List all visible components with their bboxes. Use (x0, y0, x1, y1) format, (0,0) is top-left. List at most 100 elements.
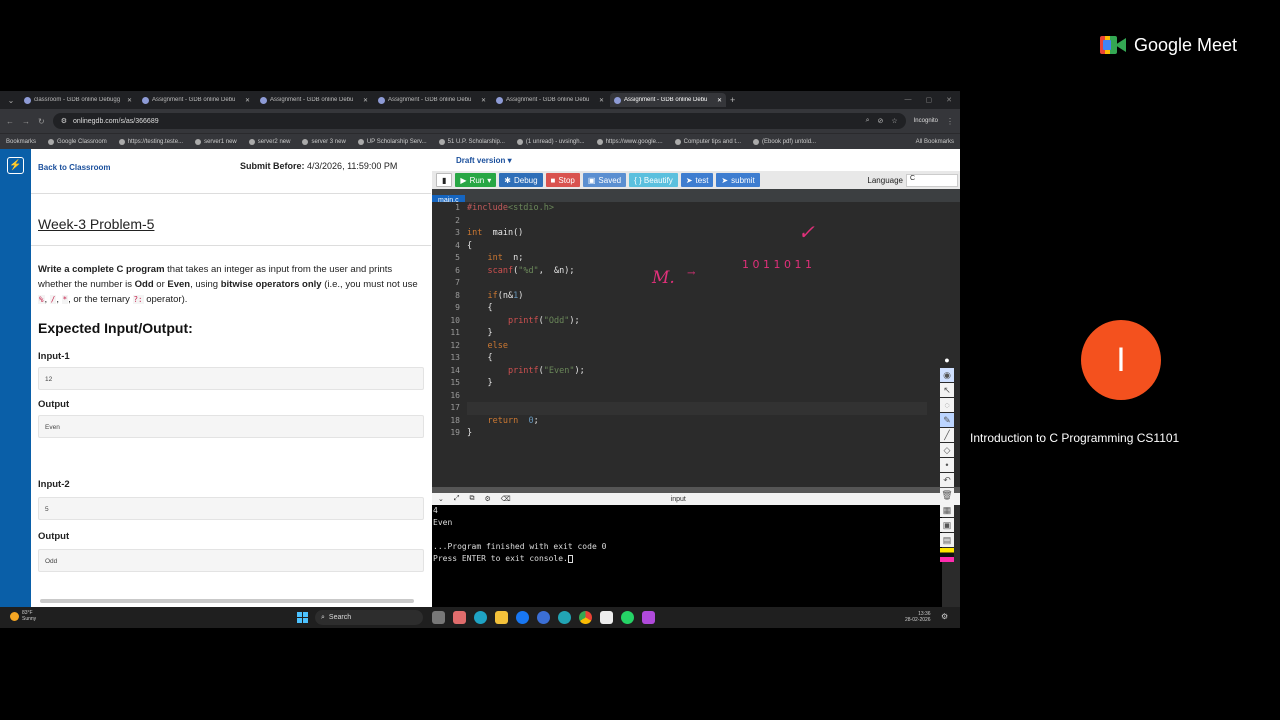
dot-icon[interactable]: • (940, 458, 954, 472)
bookmark-item[interactable]: (Ebook pdf) untold... (753, 138, 816, 145)
bookmark-item[interactable]: Google Classroom (48, 138, 107, 145)
debug-button[interactable]: ✱ Debug (499, 173, 543, 187)
star-icon[interactable]: ☆ (891, 117, 897, 125)
tab-favicon-icon (142, 96, 149, 104)
code-token: printf (507, 365, 539, 376)
bookmark-item[interactable]: server 3 new (302, 138, 346, 145)
lasso-icon[interactable]: ◌ (940, 398, 954, 412)
submit-button[interactable]: ➤ submit (716, 173, 760, 187)
address-bar[interactable]: ⚙ onlinegdb.com/s/as/366689 ⌕ ⊘ ☆ (52, 113, 906, 129)
bookmark-item[interactable]: https://testing.teste... (118, 138, 183, 145)
code-line: { (467, 302, 585, 315)
bookmark-item[interactable]: server1 new (195, 138, 237, 145)
maximize-icon[interactable]: ▢ (926, 96, 933, 104)
code-editor[interactable]: 1 2 3 4 5 6 7 8 9 10 11 12 13 14 15 16 1… (432, 202, 960, 487)
menu-icon[interactable]: ⋮ (946, 117, 954, 126)
undo-icon[interactable]: ↶ (940, 473, 954, 487)
clear-icon[interactable]: ⌫ (501, 495, 511, 503)
test-button[interactable]: ➤ test (680, 173, 714, 187)
tab-close-icon[interactable]: ✕ (363, 97, 368, 104)
bookmark-item[interactable]: (1 unread) - uvsingh... (516, 138, 585, 145)
palette-icon[interactable]: ▦ (940, 503, 954, 517)
incognito-badge[interactable]: Incognito (914, 118, 938, 124)
desc-part: (i.e., you must not use (321, 279, 418, 290)
zoom-icon[interactable]: ⌕ (866, 117, 870, 125)
browser-tab[interactable]: Assignment - GDB online Debu ✕ (138, 93, 254, 107)
browser-tab[interactable]: Assignment - GDB online Debu ✕ (374, 93, 490, 107)
windows-start-icon[interactable] (297, 612, 308, 623)
file-icon[interactable]: ▮ (436, 173, 453, 187)
whatsapp-icon[interactable] (621, 611, 634, 624)
facebook-icon[interactable] (516, 611, 529, 624)
reload-icon[interactable]: ↻ (38, 117, 45, 126)
chevron-down-icon: ▾ (487, 175, 492, 185)
weather-widget[interactable]: 83°F Sunny (10, 610, 36, 622)
copy-icon[interactable]: ⧉ (469, 495, 474, 503)
clipboard-icon[interactable]: ▤ (940, 533, 954, 547)
bolt-icon[interactable]: ⚡ (7, 157, 24, 174)
browser-tab[interactable]: Assignment - GDB online Debu ✕ (492, 93, 608, 107)
line-icon[interactable]: ╱ (940, 428, 954, 442)
tab-close-icon[interactable]: ✕ (127, 97, 132, 104)
bookmark-item[interactable]: https://www.google.... (596, 138, 663, 145)
run-button[interactable]: ▶ Run ▾ (455, 173, 497, 187)
notification-icon[interactable]: ⚙ (941, 612, 948, 621)
saved-button[interactable]: ▣ Saved (582, 173, 627, 187)
eye-icon[interactable]: ◉ (940, 368, 954, 382)
pen-icon[interactable]: ✎ (940, 413, 954, 427)
browser-tab-active[interactable]: Assignment - GDB online Debu ✕ (610, 93, 726, 107)
pointer-icon[interactable]: ↖ (940, 383, 954, 397)
bookmark-item[interactable]: 51 U.P. Scholarship... (438, 138, 505, 145)
back-to-classroom-link[interactable]: Back to Classroom (38, 163, 110, 172)
all-bookmarks[interactable]: All Bookmarks (916, 139, 954, 145)
app-icon[interactable] (600, 611, 613, 624)
browser-tab[interactable]: classroom - GDB online Debugg ✕ (20, 93, 136, 107)
eye-off-icon[interactable]: ⊘ (877, 117, 883, 125)
tab-close-icon[interactable]: ✕ (245, 97, 250, 104)
task-view-icon[interactable] (432, 611, 445, 624)
stop-button[interactable]: ■ Stop (545, 173, 580, 187)
site-info-icon[interactable]: ⚙ (61, 117, 67, 125)
camera-icon[interactable]: ▣ (940, 518, 954, 532)
horizontal-scrollbar[interactable] (40, 599, 414, 603)
new-tab-icon[interactable]: + (730, 95, 735, 105)
taskbar-clock[interactable]: 13:36 28-02-2026 (905, 611, 931, 623)
bookmark-item[interactable]: Computer tips and t... (674, 138, 741, 145)
tab-search-icon[interactable]: ⌄ (4, 96, 18, 105)
bookmark-item[interactable]: UP Scholarship Serv... (357, 138, 427, 145)
chrome-icon[interactable] (579, 611, 592, 624)
code-token: ) (518, 290, 524, 301)
draft-version-dropdown[interactable]: Draft version ▾ (456, 156, 512, 165)
desc-part: , (56, 294, 62, 305)
forward-icon[interactable]: → (22, 117, 30, 126)
beautify-button[interactable]: { } Beautify (629, 173, 678, 187)
edge-icon[interactable] (474, 611, 487, 624)
submit-label: submit (731, 175, 755, 185)
browser-tab[interactable]: Assignment - GDB online Debu ✕ (256, 93, 372, 107)
trash-icon[interactable]: 🗑 (940, 488, 954, 502)
code-token: { (467, 240, 473, 251)
pin-icon[interactable]: ● (940, 353, 954, 367)
tab-close-icon[interactable]: ✕ (481, 97, 486, 104)
app-icon[interactable] (537, 611, 550, 624)
color-swatch-icon[interactable] (940, 548, 954, 562)
taskbar-search[interactable]: ⌕ Search (315, 610, 423, 625)
console-output[interactable]: 4 Even ...Program finished with exit cod… (432, 505, 942, 607)
bookmark-item[interactable]: Bookmarks (6, 139, 36, 145)
eraser-icon[interactable]: ◇ (940, 443, 954, 457)
back-icon[interactable]: ← (6, 117, 14, 126)
minimize-icon[interactable]: — (905, 96, 912, 104)
language-select[interactable]: C (906, 173, 958, 187)
code-token: "Odd" (543, 315, 570, 326)
bookmark-item[interactable]: server2 new (248, 138, 290, 145)
tab-close-icon[interactable]: ✕ (717, 97, 722, 104)
close-window-icon[interactable]: ✕ (946, 96, 952, 104)
expand-icon[interactable]: ⤢ (454, 495, 460, 503)
edge-icon[interactable] (558, 611, 571, 624)
folder-icon[interactable] (495, 611, 508, 624)
collapse-icon[interactable]: ⌄ (438, 495, 444, 503)
tab-close-icon[interactable]: ✕ (599, 97, 604, 104)
gear-icon[interactable]: ⚙ (484, 495, 490, 503)
app-icon[interactable] (642, 611, 655, 624)
app-icon[interactable] (453, 611, 466, 624)
